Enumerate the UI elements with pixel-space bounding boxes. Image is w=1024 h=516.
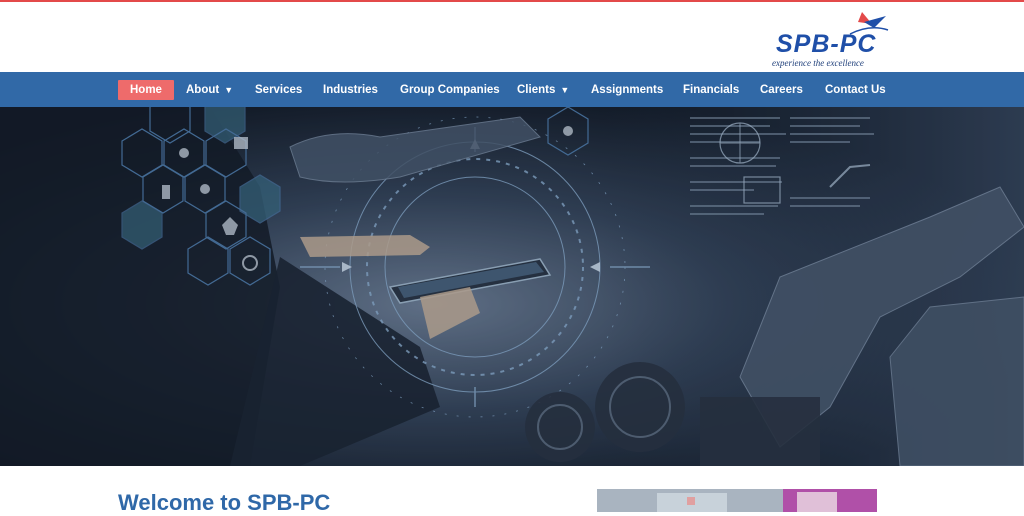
nav-item-label: Careers <box>760 84 803 96</box>
logo-title: SPB-PC <box>776 30 877 58</box>
nav-item-industries[interactable]: Industries <box>323 80 378 100</box>
main-navigation: Home About ▼ Services Industries Group Co… <box>0 72 1024 107</box>
nav-item-label: Contact Us <box>825 84 886 96</box>
hero-banner <box>0 107 1024 466</box>
nav-item-services[interactable]: Services <box>255 80 302 100</box>
nav-item-home[interactable]: Home <box>118 80 174 100</box>
nav-item-label: Industries <box>323 84 378 96</box>
main-content: Welcome to SPB-PC <box>0 466 1024 515</box>
site-header: SPB-PC experience the excellence <box>0 2 1024 72</box>
nav-item-careers[interactable]: Careers <box>760 80 803 100</box>
nav-item-group-companies[interactable]: Group Companies <box>400 80 500 100</box>
nav-item-label: About <box>186 84 220 96</box>
nav-item-financials[interactable]: Financials <box>683 80 739 100</box>
nav-item-label: Assignments <box>591 84 664 96</box>
logo[interactable]: SPB-PC experience the excellence <box>770 10 900 70</box>
nav-item-contact-us[interactable]: Contact Us <box>825 80 886 100</box>
featured-image-graphic <box>597 489 877 512</box>
nav-item-label: Home <box>130 84 162 96</box>
nav-item-about[interactable]: About ▼ <box>186 80 233 100</box>
nav-item-label: Services <box>255 84 303 96</box>
chevron-down-icon: ▼ <box>224 85 234 95</box>
nav-item-clients[interactable]: Clients ▼ <box>517 80 569 100</box>
logo-tagline: experience the excellence <box>772 58 864 68</box>
nav-item-label: Financials <box>683 84 740 96</box>
welcome-heading: Welcome to SPB-PC <box>118 490 331 515</box>
featured-image <box>597 489 877 512</box>
hero-illustration <box>0 107 1024 466</box>
nav-item-assignments[interactable]: Assignments <box>591 80 663 100</box>
nav-item-label: Group Companies <box>400 84 500 96</box>
chevron-down-icon: ▼ <box>560 85 570 95</box>
nav-item-label: Clients <box>517 84 556 96</box>
